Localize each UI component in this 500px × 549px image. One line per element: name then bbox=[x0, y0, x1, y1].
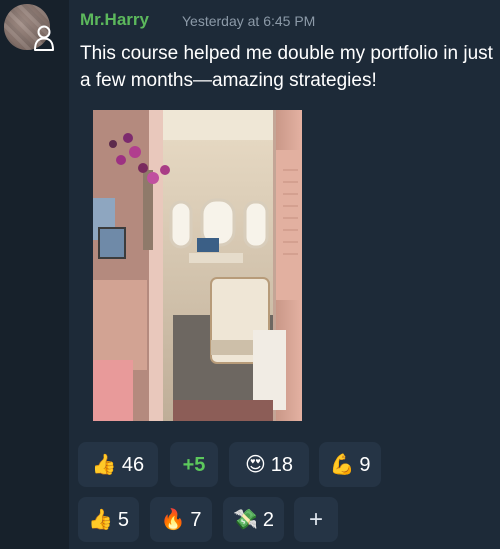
reaction-count: 5 bbox=[117, 508, 130, 531]
thumbs-up-icon: 👍 bbox=[87, 508, 113, 531]
more-reactions-button[interactable]: +5 bbox=[170, 442, 218, 487]
left-rail bbox=[0, 0, 69, 549]
reaction-heart-eyes-18[interactable]: 😍 18 bbox=[229, 442, 309, 487]
add-reaction-icon: + bbox=[308, 505, 323, 533]
money-with-wings-icon: 💸 bbox=[232, 508, 258, 531]
chat-message: Mr.Harry Yesterday at 6:45 PM This cours… bbox=[69, 0, 500, 549]
attached-photo[interactable] bbox=[93, 110, 302, 421]
reaction-thumbs-up-5[interactable]: 👍 5 bbox=[78, 497, 139, 542]
reaction-flexed-biceps-9[interactable]: 💪 9 bbox=[319, 442, 381, 487]
reaction-count: 2 bbox=[262, 508, 275, 531]
reaction-count: 7 bbox=[190, 508, 202, 531]
reaction-count: 18 bbox=[270, 453, 294, 476]
reaction-count: 46 bbox=[121, 453, 145, 476]
message-timestamp: Yesterday at 6:45 PM bbox=[182, 13, 316, 29]
heart-eyes-icon: 😍 bbox=[244, 453, 266, 476]
reaction-thumbs-up-46[interactable]: 👍 46 bbox=[78, 442, 158, 487]
fire-icon: 🔥 bbox=[160, 508, 186, 531]
flexed-biceps-icon: 💪 bbox=[329, 453, 355, 476]
thumbs-up-icon: 👍 bbox=[91, 453, 117, 476]
user-outline-icon bbox=[34, 25, 54, 51]
reaction-fire-7[interactable]: 🔥 7 bbox=[150, 497, 212, 542]
airplane-suite-image bbox=[93, 110, 302, 421]
reaction-count: 9 bbox=[359, 453, 371, 476]
sender-name[interactable]: Mr.Harry bbox=[80, 10, 149, 30]
reaction-money-with-wings-2[interactable]: 💸 2 bbox=[223, 497, 284, 542]
message-text: This course helped me double my portfoli… bbox=[80, 43, 493, 91]
add-reaction-button[interactable]: + bbox=[294, 497, 338, 542]
more-reactions-label: +5 bbox=[182, 453, 206, 476]
